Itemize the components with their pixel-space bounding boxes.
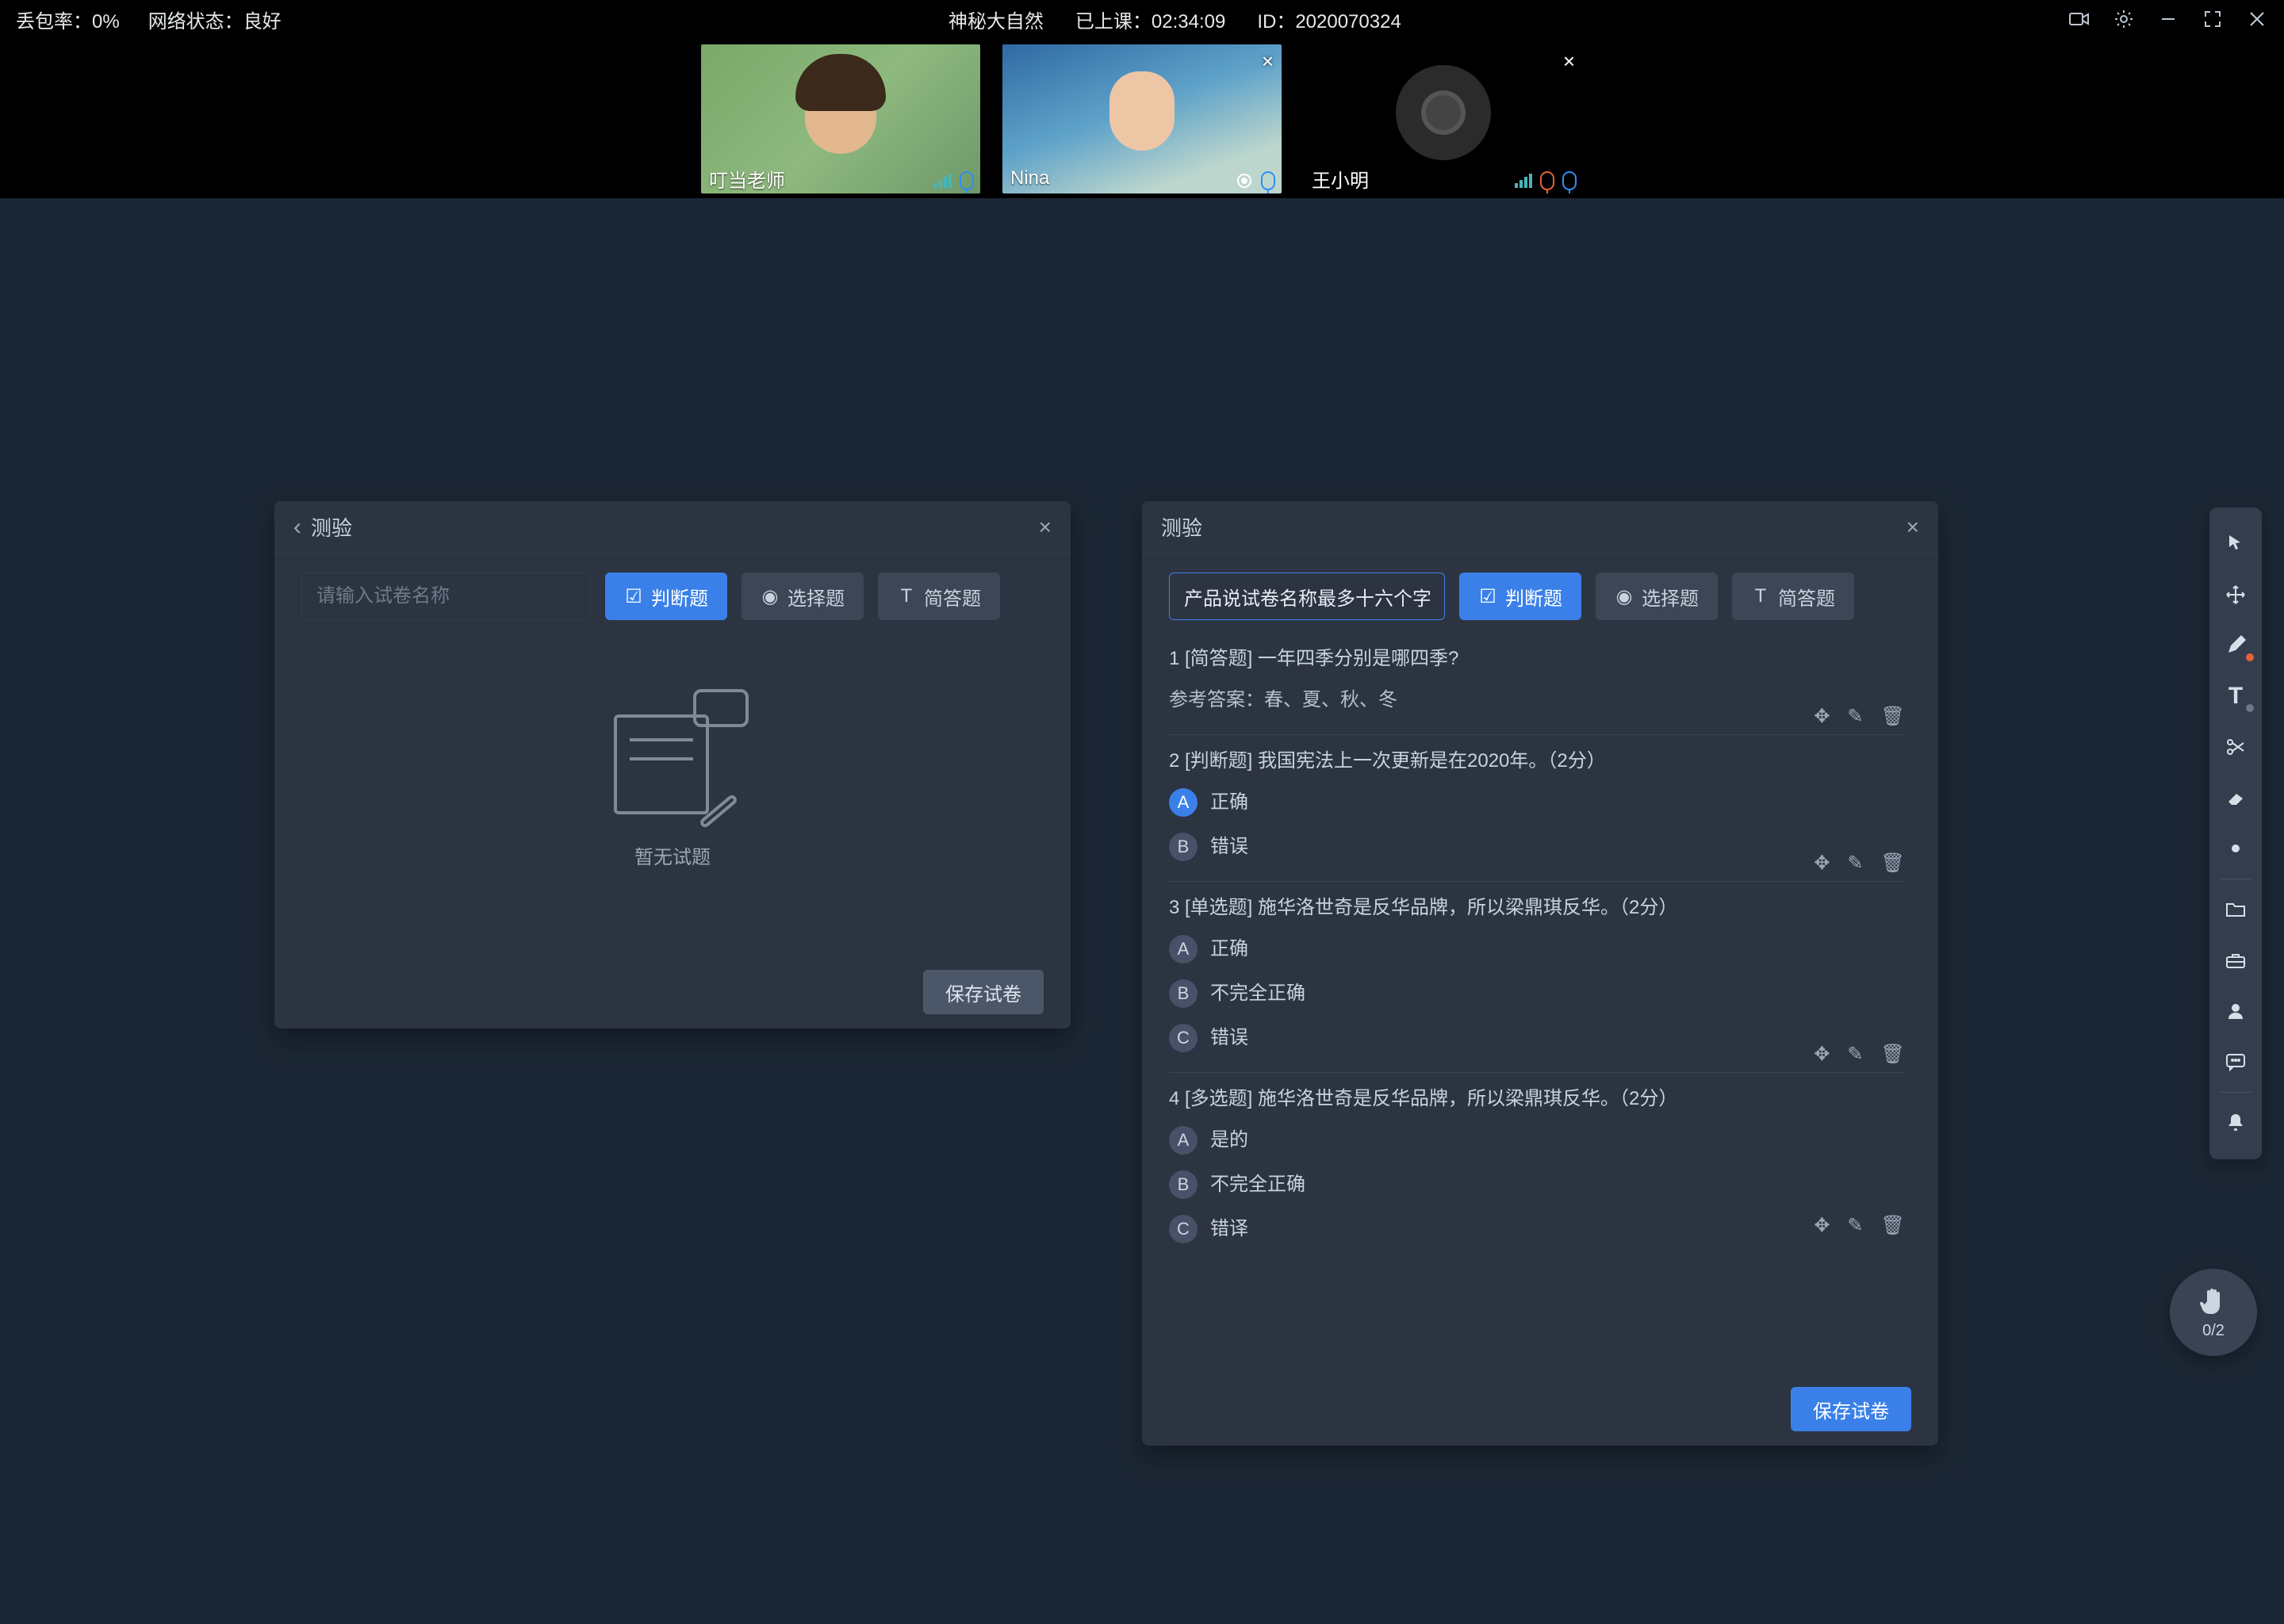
audio-level-icon	[1515, 174, 1532, 188]
back-icon[interactable]: ‹	[293, 514, 301, 541]
option-letter[interactable]: C	[1169, 1024, 1198, 1052]
edit-icon[interactable]: ✎	[1847, 702, 1863, 732]
option-letter[interactable]: A	[1169, 788, 1198, 817]
option-letter[interactable]: B	[1169, 1170, 1198, 1199]
add-short-button[interactable]: T简答题	[1732, 573, 1854, 620]
edit-icon[interactable]: ✎	[1847, 1211, 1863, 1241]
participant-name: 叮当老师	[709, 165, 785, 193]
video-tile-student[interactable]: × Nina	[1002, 44, 1282, 193]
elapsed-time: 已上课：02:34:09	[1075, 6, 1225, 33]
fullscreen-icon[interactable]	[2202, 8, 2224, 30]
question-answer: 参考答案：春、夏、秋、冬	[1169, 685, 1905, 715]
mic-icon	[960, 171, 974, 190]
target-icon	[1236, 172, 1253, 190]
cursor-tool-icon[interactable]	[2209, 519, 2262, 569]
question-title: 2 [判断题] 我国宪法上一次更新是在2020年。（2分）	[1169, 746, 1905, 776]
panel-title: 测验	[1161, 512, 1202, 542]
add-short-button[interactable]: T简答题	[878, 573, 1000, 620]
option-letter[interactable]: C	[1169, 1215, 1198, 1243]
video-tile-student[interactable]: × 王小明	[1304, 44, 1583, 193]
question-item: 3 [单选题] 施华洛世奇是反华品牌，所以梁鼎琪反华。（2分） A正确 B不完全…	[1169, 893, 1905, 1073]
toolbox-tool-icon[interactable]	[2209, 935, 2262, 986]
hand-count: 0/2	[2202, 1322, 2225, 1340]
question-item: 2 [判断题] 我国宪法上一次更新是在2020年。（2分） A正确 B错误 ✥✎…	[1169, 746, 1905, 882]
question-title: 1 [简答题] 一年四季分别是哪四季?	[1169, 644, 1905, 674]
option-letter[interactable]: B	[1169, 979, 1198, 1008]
panel-close-icon[interactable]: ×	[1907, 515, 1919, 540]
chat-tool-icon[interactable]	[2209, 1036, 2262, 1087]
user-tool-icon[interactable]	[2209, 986, 2262, 1036]
participant-name: Nina	[1010, 167, 1049, 190]
right-toolbar: T	[2209, 508, 2262, 1159]
add-judge-button[interactable]: ☑判断题	[1459, 573, 1581, 620]
session-id: ID：2020070324	[1257, 6, 1401, 33]
scissors-tool-icon[interactable]	[2209, 722, 2262, 772]
video-strip: 叮当老师 × Nina × 王小明	[0, 38, 2284, 198]
camera-toggle-icon[interactable]	[2068, 8, 2090, 30]
folder-tool-icon[interactable]	[2209, 884, 2262, 935]
mic-icon	[1562, 171, 1577, 190]
laser-tool-icon[interactable]	[2209, 823, 2262, 874]
bell-tool-icon[interactable]	[2209, 1097, 2262, 1148]
save-quiz-button[interactable]: 保存试卷	[923, 970, 1044, 1014]
panel-close-icon[interactable]: ×	[1039, 515, 1052, 540]
participant-name: 王小明	[1312, 165, 1369, 193]
delete-icon[interactable]: 🗑	[1881, 848, 1905, 879]
empty-text: 暂无试题	[634, 841, 711, 869]
empty-illustration	[601, 694, 744, 821]
video-tile-teacher[interactable]: 叮当老师	[701, 44, 980, 193]
quiz-title-input[interactable]	[1169, 573, 1445, 620]
option-letter[interactable]: B	[1169, 833, 1198, 861]
move-icon[interactable]: ✥	[1814, 1040, 1830, 1070]
add-choice-button[interactable]: ◉选择题	[1596, 573, 1718, 620]
mic-icon	[1261, 171, 1275, 190]
add-judge-button[interactable]: ☑判断题	[605, 573, 727, 620]
move-icon[interactable]: ✥	[1814, 702, 1830, 732]
edit-icon[interactable]: ✎	[1847, 1040, 1863, 1070]
hand-icon	[2199, 1285, 2228, 1317]
delete-icon[interactable]: 🗑	[1881, 1040, 1905, 1070]
audio-level-icon	[934, 174, 952, 188]
move-icon[interactable]: ✥	[1814, 1211, 1830, 1241]
option-letter[interactable]: A	[1169, 935, 1198, 963]
question-title: 4 [多选题] 施华洛世奇是反华品牌，所以梁鼎琪反华。（2分）	[1169, 1084, 1905, 1114]
move-tool-icon[interactable]	[2209, 569, 2262, 620]
delete-icon[interactable]: 🗑	[1881, 702, 1905, 732]
question-item: 4 [多选题] 施华洛世奇是反华品牌，所以梁鼎琪反华。（2分） A是的 B不完全…	[1169, 1084, 1905, 1244]
quiz-panel-empty: ‹ 测验 × ☑判断题 ◉选择题 T简答题 暂无试题 保存试卷	[274, 501, 1071, 1028]
delete-icon[interactable]: 🗑	[1881, 1211, 1905, 1241]
titlebar: 丢包率：0% 网络状态：良好 神秘大自然 已上课：02:34:09 ID：202…	[0, 0, 2284, 38]
text-tool-icon[interactable]: T	[2209, 671, 2262, 722]
pen-tool-icon[interactable]	[2209, 620, 2262, 671]
option-letter[interactable]: A	[1169, 1126, 1198, 1155]
settings-icon[interactable]	[2113, 8, 2135, 30]
loss-rate: 丢包率：0%	[16, 6, 120, 33]
question-item: 1 [简答题] 一年四季分别是哪四季? 参考答案：春、夏、秋、冬 ✥ ✎ 🗑	[1169, 644, 1905, 735]
eraser-tool-icon[interactable]	[2209, 772, 2262, 823]
save-quiz-button[interactable]: 保存试卷	[1791, 1387, 1911, 1431]
camera-off-icon	[1396, 65, 1491, 160]
minimize-icon[interactable]	[2157, 8, 2179, 30]
question-title: 3 [单选题] 施华洛世奇是反华品牌，所以梁鼎琪反华。（2分）	[1169, 893, 1905, 923]
panel-title: 测验	[311, 512, 352, 542]
mic-muted-icon	[1540, 171, 1554, 190]
network-status: 网络状态：良好	[148, 6, 282, 33]
course-title: 神秘大自然	[948, 6, 1044, 33]
close-icon[interactable]	[2246, 8, 2268, 30]
tile-close-icon[interactable]: ×	[1563, 49, 1575, 74]
quiz-panel-full: 测验 × ☑判断题 ◉选择题 T简答题 1 [简答题] 一年四季分别是哪四季? …	[1142, 501, 1938, 1446]
move-icon[interactable]: ✥	[1814, 848, 1830, 879]
add-choice-button[interactable]: ◉选择题	[742, 573, 864, 620]
edit-icon[interactable]: ✎	[1847, 848, 1863, 879]
quiz-title-input[interactable]	[301, 573, 591, 620]
raise-hand-button[interactable]: 0/2	[2170, 1269, 2257, 1356]
